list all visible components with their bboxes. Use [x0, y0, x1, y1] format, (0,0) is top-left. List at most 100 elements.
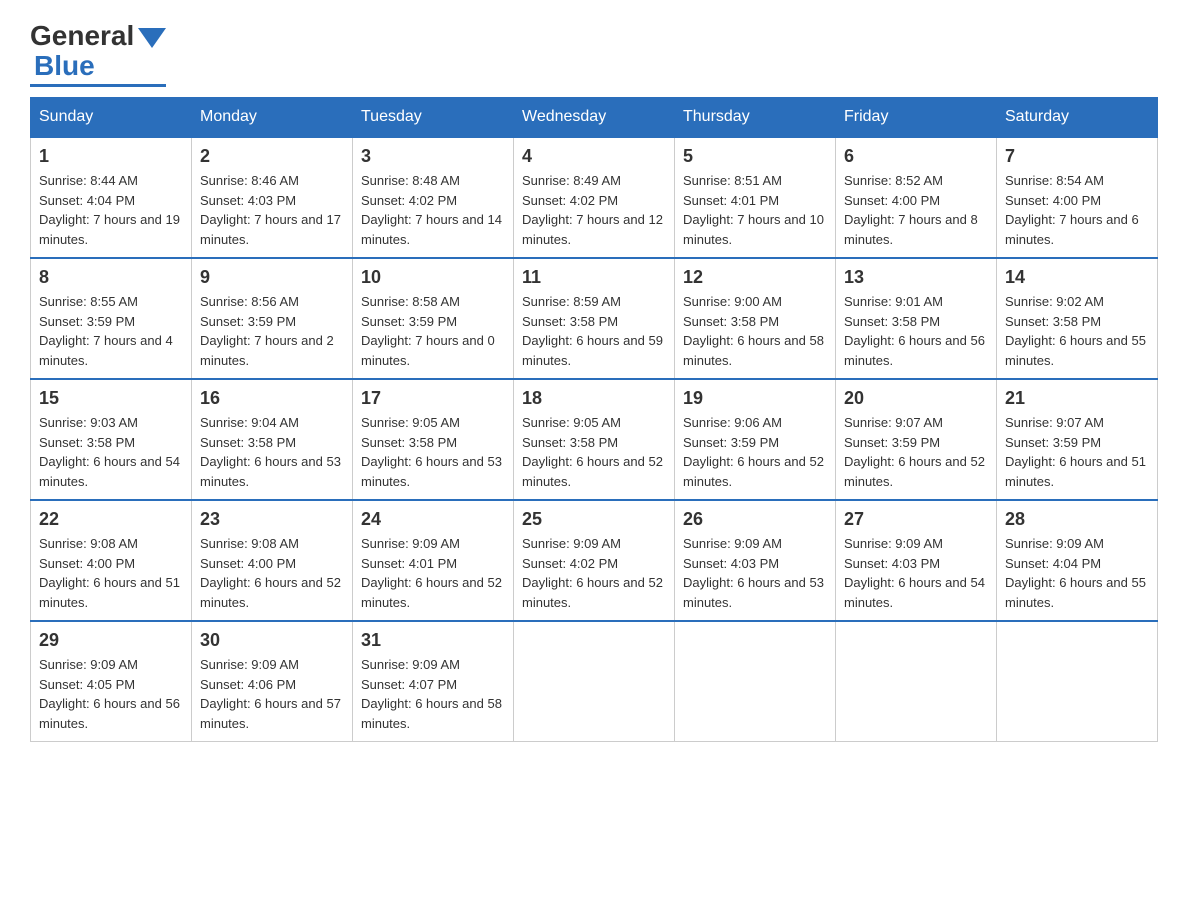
table-row: 6 Sunrise: 8:52 AMSunset: 4:00 PMDaylight…	[836, 137, 997, 258]
day-number: 11	[522, 267, 666, 288]
col-monday: Monday	[192, 98, 353, 138]
table-row	[836, 621, 997, 742]
table-row: 23Sunrise: 9:08 AMSunset: 4:00 PMDayligh…	[192, 500, 353, 621]
day-number: 4	[522, 146, 666, 167]
day-info: Sunrise: 8:51 AMSunset: 4:01 PMDaylight:…	[683, 171, 827, 249]
table-row: 29 Sunrise: 9:09 AMSunset: 4:05 PMDayligh…	[31, 621, 192, 742]
day-number: 22	[39, 509, 183, 530]
table-row: 17 Sunrise: 9:05 AMSunset: 3:58 PMDayligh…	[353, 379, 514, 500]
day-info: Sunrise: 8:46 AMSunset: 4:03 PMDaylight:…	[200, 171, 344, 249]
day-info: Sunrise: 9:09 AMSunset: 4:03 PMDaylight:…	[844, 534, 988, 612]
table-row	[997, 621, 1158, 742]
day-number: 21	[1005, 388, 1149, 409]
day-info: Sunrise: 8:55 AMSunset: 3:59 PMDaylight:…	[39, 292, 183, 370]
day-number: 24	[361, 509, 505, 530]
day-number: 19	[683, 388, 827, 409]
day-info: Sunrise: 8:49 AMSunset: 4:02 PMDaylight:…	[522, 171, 666, 249]
col-thursday: Thursday	[675, 98, 836, 138]
col-saturday: Saturday	[997, 98, 1158, 138]
day-info: Sunrise: 8:52 AMSunset: 4:00 PMDaylight:…	[844, 171, 988, 249]
day-number: 26	[683, 509, 827, 530]
day-info: Sunrise: 9:02 AMSunset: 3:58 PMDaylight:…	[1005, 292, 1149, 370]
day-number: 31	[361, 630, 505, 651]
day-number: 6	[844, 146, 988, 167]
day-info: Sunrise: 9:07 AMSunset: 3:59 PMDaylight:…	[844, 413, 988, 491]
day-number: 30	[200, 630, 344, 651]
calendar-header-row: Sunday Monday Tuesday Wednesday Thursday…	[31, 98, 1158, 138]
table-row: 30 Sunrise: 9:09 AMSunset: 4:06 PMDayligh…	[192, 621, 353, 742]
table-row: 28Sunrise: 9:09 AMSunset: 4:04 PMDayligh…	[997, 500, 1158, 621]
day-info: Sunrise: 8:56 AMSunset: 3:59 PMDaylight:…	[200, 292, 344, 370]
day-number: 18	[522, 388, 666, 409]
table-row: 4 Sunrise: 8:49 AMSunset: 4:02 PMDaylight…	[514, 137, 675, 258]
table-row: 13 Sunrise: 9:01 AMSunset: 3:58 PMDayligh…	[836, 258, 997, 379]
table-row: 11Sunrise: 8:59 AMSunset: 3:58 PMDayligh…	[514, 258, 675, 379]
table-row: 27 Sunrise: 9:09 AMSunset: 4:03 PMDayligh…	[836, 500, 997, 621]
day-info: Sunrise: 9:06 AMSunset: 3:59 PMDaylight:…	[683, 413, 827, 491]
day-info: Sunrise: 9:01 AMSunset: 3:58 PMDaylight:…	[844, 292, 988, 370]
table-row: 12Sunrise: 9:00 AMSunset: 3:58 PMDayligh…	[675, 258, 836, 379]
table-row: 15 Sunrise: 9:03 AMSunset: 3:58 PMDayligh…	[31, 379, 192, 500]
day-number: 25	[522, 509, 666, 530]
day-info: Sunrise: 8:48 AMSunset: 4:02 PMDaylight:…	[361, 171, 505, 249]
calendar-week-row: 1 Sunrise: 8:44 AMSunset: 4:04 PMDaylight…	[31, 137, 1158, 258]
day-info: Sunrise: 9:09 AMSunset: 4:03 PMDaylight:…	[683, 534, 827, 612]
day-info: Sunrise: 9:08 AMSunset: 4:00 PMDaylight:…	[39, 534, 183, 612]
day-info: Sunrise: 8:54 AMSunset: 4:00 PMDaylight:…	[1005, 171, 1149, 249]
table-row: 16 Sunrise: 9:04 AMSunset: 3:58 PMDayligh…	[192, 379, 353, 500]
logo-general-text: General	[30, 20, 134, 52]
day-number: 2	[200, 146, 344, 167]
table-row	[675, 621, 836, 742]
day-info: Sunrise: 9:09 AMSunset: 4:06 PMDaylight:…	[200, 655, 344, 733]
table-row: 18 Sunrise: 9:05 AMSunset: 3:58 PMDayligh…	[514, 379, 675, 500]
table-row: 5 Sunrise: 8:51 AMSunset: 4:01 PMDaylight…	[675, 137, 836, 258]
day-number: 14	[1005, 267, 1149, 288]
day-number: 10	[361, 267, 505, 288]
logo-blue-text: Blue	[34, 50, 95, 82]
day-number: 27	[844, 509, 988, 530]
day-number: 15	[39, 388, 183, 409]
table-row: 21Sunrise: 9:07 AMSunset: 3:59 PMDayligh…	[997, 379, 1158, 500]
day-info: Sunrise: 9:05 AMSunset: 3:58 PMDaylight:…	[522, 413, 666, 491]
calendar-table: Sunday Monday Tuesday Wednesday Thursday…	[30, 97, 1158, 742]
day-number: 5	[683, 146, 827, 167]
table-row: 26 Sunrise: 9:09 AMSunset: 4:03 PMDayligh…	[675, 500, 836, 621]
calendar-week-row: 8 Sunrise: 8:55 AMSunset: 3:59 PMDaylight…	[31, 258, 1158, 379]
col-wednesday: Wednesday	[514, 98, 675, 138]
col-tuesday: Tuesday	[353, 98, 514, 138]
table-row: 3 Sunrise: 8:48 AMSunset: 4:02 PMDaylight…	[353, 137, 514, 258]
table-row: 9 Sunrise: 8:56 AMSunset: 3:59 PMDaylight…	[192, 258, 353, 379]
table-row: 22 Sunrise: 9:08 AMSunset: 4:00 PMDayligh…	[31, 500, 192, 621]
table-row: 31Sunrise: 9:09 AMSunset: 4:07 PMDayligh…	[353, 621, 514, 742]
calendar-week-row: 15 Sunrise: 9:03 AMSunset: 3:58 PMDayligh…	[31, 379, 1158, 500]
day-number: 8	[39, 267, 183, 288]
day-info: Sunrise: 9:05 AMSunset: 3:58 PMDaylight:…	[361, 413, 505, 491]
table-row: 25 Sunrise: 9:09 AMSunset: 4:02 PMDayligh…	[514, 500, 675, 621]
table-row	[514, 621, 675, 742]
day-info: Sunrise: 8:58 AMSunset: 3:59 PMDaylight:…	[361, 292, 505, 370]
day-number: 9	[200, 267, 344, 288]
day-number: 1	[39, 146, 183, 167]
calendar-week-row: 22 Sunrise: 9:08 AMSunset: 4:00 PMDayligh…	[31, 500, 1158, 621]
day-info: Sunrise: 9:03 AMSunset: 3:58 PMDaylight:…	[39, 413, 183, 491]
day-number: 28	[1005, 509, 1149, 530]
day-info: Sunrise: 8:44 AMSunset: 4:04 PMDaylight:…	[39, 171, 183, 249]
day-number: 17	[361, 388, 505, 409]
day-number: 3	[361, 146, 505, 167]
table-row: 10 Sunrise: 8:58 AMSunset: 3:59 PMDayligh…	[353, 258, 514, 379]
day-info: Sunrise: 9:09 AMSunset: 4:01 PMDaylight:…	[361, 534, 505, 612]
day-number: 16	[200, 388, 344, 409]
logo: General Blue	[30, 20, 166, 87]
table-row: 2 Sunrise: 8:46 AMSunset: 4:03 PMDaylight…	[192, 137, 353, 258]
day-info: Sunrise: 9:09 AMSunset: 4:05 PMDaylight:…	[39, 655, 183, 733]
table-row: 8 Sunrise: 8:55 AMSunset: 3:59 PMDaylight…	[31, 258, 192, 379]
day-info: Sunrise: 9:04 AMSunset: 3:58 PMDaylight:…	[200, 413, 344, 491]
table-row: 19 Sunrise: 9:06 AMSunset: 3:59 PMDayligh…	[675, 379, 836, 500]
day-info: Sunrise: 9:00 AMSunset: 3:58 PMDaylight:…	[683, 292, 827, 370]
day-info: Sunrise: 9:08 AMSunset: 4:00 PMDaylight:…	[200, 534, 344, 612]
table-row: 20Sunrise: 9:07 AMSunset: 3:59 PMDayligh…	[836, 379, 997, 500]
calendar-week-row: 29 Sunrise: 9:09 AMSunset: 4:05 PMDayligh…	[31, 621, 1158, 742]
day-info: Sunrise: 9:09 AMSunset: 4:02 PMDaylight:…	[522, 534, 666, 612]
day-number: 13	[844, 267, 988, 288]
day-number: 29	[39, 630, 183, 651]
